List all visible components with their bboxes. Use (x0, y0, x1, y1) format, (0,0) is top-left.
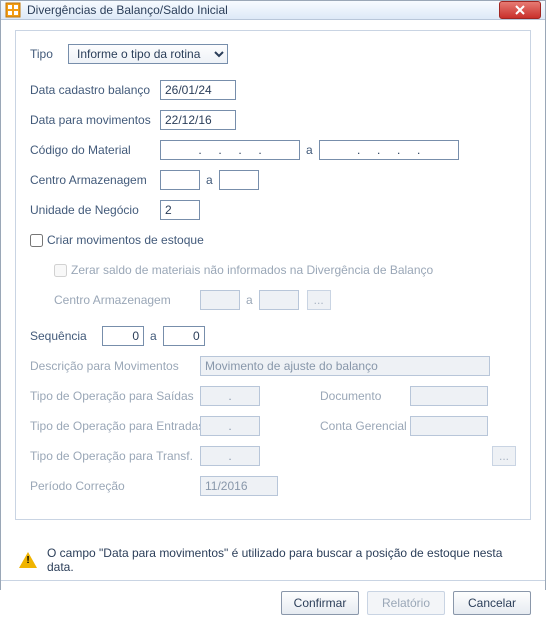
titlebar: Divergências de Balanço/Saldo Inicial (1, 1, 545, 20)
codigo-material-to-input[interactable] (319, 140, 459, 160)
centro-arm2-from-input (200, 290, 240, 310)
data-mov-input[interactable] (160, 110, 236, 130)
conta-gerencial-input (410, 416, 488, 436)
data-cadastro-label: Data cadastro balanço (30, 83, 160, 97)
tipo-op-transf-label: Tipo de Operação para Transf. (30, 449, 200, 463)
dialog-window: Divergências de Balanço/Saldo Inicial Ti… (0, 0, 546, 590)
sequencia-label: Sequência (30, 329, 102, 343)
form-panel: Tipo Informe o tipo da rotina Data cadas… (15, 30, 531, 520)
periodo-correcao-input (200, 476, 278, 496)
warning-row: O campo "Data para movimentos" é utiliza… (15, 546, 531, 574)
tipo-op-entradas-input (200, 416, 260, 436)
app-icon (5, 2, 21, 18)
zerar-saldo-checkbox-wrap: Zerar saldo de materiais não informados … (54, 263, 433, 277)
warning-icon (19, 552, 37, 568)
sequencia-sep: a (150, 329, 157, 343)
codigo-material-sep: a (306, 143, 313, 157)
periodo-correcao-label: Período Correção (30, 479, 200, 493)
centro-arm-from-input[interactable] (160, 170, 200, 190)
tipo-label: Tipo (30, 47, 68, 61)
data-cadastro-input[interactable] (160, 80, 236, 100)
cancelar-button[interactable]: Cancelar (453, 591, 531, 615)
codigo-material-from-input[interactable] (160, 140, 300, 160)
descricao-mov-input (200, 356, 490, 376)
centro-arm2-lookup-button: ... (307, 290, 331, 310)
centro-arm-to-input[interactable] (219, 170, 259, 190)
sequencia-to-input[interactable] (163, 326, 205, 346)
data-mov-label: Data para movimentos (30, 113, 160, 127)
unidade-negocio-label: Unidade de Negócio (30, 203, 160, 217)
conta-gerencial-lookup-button: ... (492, 446, 516, 466)
centro-arm-sep: a (206, 173, 213, 187)
zerar-saldo-checkbox (54, 264, 67, 277)
tipo-select[interactable]: Informe o tipo da rotina (68, 44, 228, 64)
footer: Confirmar Relatório Cancelar (1, 580, 545, 625)
window-title: Divergências de Balanço/Saldo Inicial (27, 3, 499, 17)
tipo-op-transf-input (200, 446, 260, 466)
centro-arm2-label: Centro Armazenagem (30, 293, 200, 307)
codigo-material-label: Código do Material (30, 143, 160, 157)
close-icon (515, 5, 525, 15)
tipo-op-entradas-label: Tipo de Operação para Entradas (30, 419, 200, 433)
warning-text: O campo "Data para movimentos" é utiliza… (47, 546, 531, 574)
relatorio-button: Relatório (367, 591, 445, 615)
content-area: Tipo Informe o tipo da rotina Data cadas… (1, 20, 545, 580)
criar-mov-checkbox-wrap[interactable]: Criar movimentos de estoque (30, 233, 204, 247)
conta-gerencial-label: Conta Gerencial (320, 419, 410, 433)
criar-mov-label: Criar movimentos de estoque (47, 233, 204, 247)
tipo-op-saidas-input (200, 386, 260, 406)
zerar-saldo-label: Zerar saldo de materiais não informados … (71, 263, 433, 277)
close-button[interactable] (499, 1, 541, 19)
documento-input (410, 386, 488, 406)
unidade-negocio-input[interactable] (160, 200, 200, 220)
centro-arm2-to-input (259, 290, 299, 310)
centro-arm2-sep: a (246, 293, 253, 307)
tipo-op-saidas-label: Tipo de Operação para Saídas (30, 389, 200, 403)
documento-label: Documento (320, 389, 410, 403)
descricao-mov-label: Descrição para Movimentos (30, 359, 200, 373)
centro-arm-label: Centro Armazenagem (30, 173, 160, 187)
criar-mov-checkbox[interactable] (30, 234, 43, 247)
confirmar-button[interactable]: Confirmar (281, 591, 359, 615)
sequencia-from-input[interactable] (102, 326, 144, 346)
